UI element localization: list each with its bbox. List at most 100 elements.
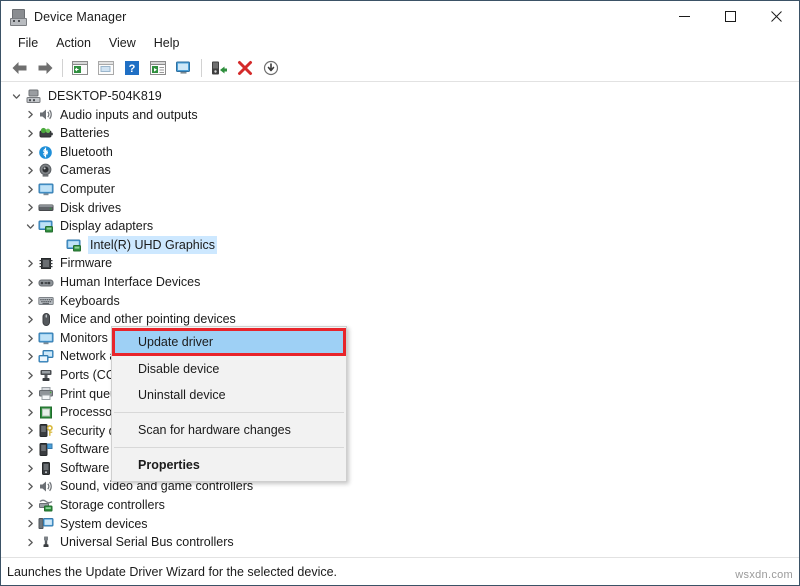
chevron-right-icon[interactable] — [23, 464, 38, 473]
tree-item-intel-uhd-graphics[interactable]: Intel(R) UHD Graphics — [1, 235, 799, 255]
processor-icon — [38, 405, 55, 420]
chevron-right-icon[interactable] — [23, 315, 38, 324]
system-device-icon — [38, 516, 55, 531]
status-bar: Launches the Update Driver Wizard for th… — [1, 557, 799, 585]
watermark: wsxdn.com — [735, 569, 793, 581]
tree-item-human-interface-devices[interactable]: Human Interface Devices — [1, 273, 799, 292]
chevron-right-icon[interactable] — [23, 501, 38, 510]
tree-item-display-adapters[interactable]: Display adapters — [1, 217, 799, 236]
menu-help[interactable]: Help — [145, 34, 189, 52]
tree-item-label: Human Interface Devices — [60, 274, 201, 289]
enable-device-icon[interactable] — [258, 56, 284, 80]
context-menu-item-update-driver[interactable]: Update driver — [112, 328, 346, 356]
software-component-icon — [38, 442, 55, 457]
back-arrow-icon[interactable] — [6, 56, 32, 80]
chevron-right-icon[interactable] — [23, 426, 38, 435]
tree-item-storage-controllers[interactable]: Storage controllers — [1, 496, 799, 515]
update-driver-icon[interactable] — [206, 56, 232, 80]
chevron-right-icon[interactable] — [23, 334, 38, 343]
status-bar-text: Launches the Update Driver Wizard for th… — [7, 564, 338, 579]
forward-arrow-icon[interactable] — [32, 56, 58, 80]
device-manager-window: Device Manager File Action View Help ? D… — [0, 0, 800, 586]
properties-icon[interactable] — [93, 56, 119, 80]
usb-icon — [38, 535, 55, 547]
chevron-right-icon[interactable] — [23, 185, 38, 194]
security-device-icon — [38, 423, 55, 438]
tree-item-system-devices[interactable]: System devices — [1, 515, 799, 534]
tree-item-label: Display adapters — [60, 219, 154, 234]
chevron-right-icon[interactable] — [23, 110, 38, 119]
tree-item-keyboards[interactable]: Keyboards — [1, 292, 799, 311]
tree-item-batteries[interactable]: Batteries — [1, 124, 799, 143]
tree-item-disk-drives[interactable]: Disk drives — [1, 199, 799, 218]
chevron-right-icon[interactable] — [23, 259, 38, 268]
tree-item-computer[interactable]: Computer — [1, 180, 799, 199]
chevron-right-icon[interactable] — [23, 519, 38, 528]
title-bar: Device Manager — [1, 1, 799, 32]
tree-item-label: Bluetooth — [60, 144, 113, 159]
help-icon[interactable]: ? — [119, 56, 145, 80]
chevron-right-icon[interactable] — [23, 538, 38, 547]
context-menu-separator — [114, 412, 344, 413]
tree-item-label: Disk drives — [60, 200, 122, 215]
tree-item-bluetooth[interactable]: Bluetooth — [1, 143, 799, 162]
network-adapter-icon — [38, 349, 55, 364]
firmware-icon — [38, 256, 55, 271]
window-title: Device Manager — [34, 9, 127, 24]
tree-item-label: Storage controllers — [60, 498, 165, 513]
toolbar-separator — [62, 58, 63, 77]
chevron-right-icon[interactable] — [23, 445, 38, 454]
menu-file[interactable]: File — [9, 34, 47, 52]
chevron-down-icon[interactable] — [9, 92, 24, 101]
menu-view[interactable]: View — [100, 34, 145, 52]
menu-action[interactable]: Action — [47, 34, 100, 52]
maximize-icon[interactable] — [707, 1, 753, 32]
show-hidden-devices-icon[interactable] — [67, 56, 93, 80]
tree-item-audio-inputs-and-outputs[interactable]: Audio inputs and outputs — [1, 106, 799, 125]
tree-root-label: DESKTOP-504K819 — [48, 89, 162, 103]
window-controls — [661, 1, 799, 32]
chevron-right-icon[interactable] — [23, 278, 38, 287]
tree-item-firmware[interactable]: Firmware — [1, 254, 799, 273]
monitor-icon — [38, 331, 55, 346]
toolbar-separator-2 — [201, 58, 202, 77]
close-icon[interactable] — [753, 1, 799, 32]
battery-icon — [38, 126, 55, 141]
device-list-icon[interactable] — [145, 56, 171, 80]
chevron-right-icon[interactable] — [23, 166, 38, 175]
hid-icon — [38, 275, 55, 290]
port-icon — [38, 368, 55, 383]
tree-item-label: Firmware — [60, 256, 113, 271]
bluetooth-icon — [38, 145, 55, 160]
tree-item-universal-serial-bus-controllers[interactable]: Universal Serial Bus controllers — [1, 533, 799, 547]
printer-icon — [38, 386, 55, 401]
context-menu-item-scan-for-hardware-changes[interactable]: Scan for hardware changes — [112, 417, 346, 443]
mouse-icon — [38, 312, 55, 327]
speaker-icon — [38, 479, 55, 494]
chevron-right-icon[interactable] — [23, 408, 38, 417]
context-menu-item-disable-device[interactable]: Disable device — [112, 356, 346, 382]
chevron-right-icon[interactable] — [23, 371, 38, 380]
chevron-right-icon[interactable] — [23, 296, 38, 305]
tree-item-label: Monitors — [60, 330, 108, 345]
chevron-right-icon[interactable] — [23, 389, 38, 398]
display-adapter-icon — [66, 238, 83, 253]
context-menu-item-uninstall-device[interactable]: Uninstall device — [112, 382, 346, 408]
speaker-icon — [38, 107, 55, 122]
context-menu-item-properties[interactable]: Properties — [112, 452, 346, 478]
chevron-right-icon[interactable] — [23, 148, 38, 157]
tree-item-cameras[interactable]: Cameras — [1, 161, 799, 180]
monitor-icon — [38, 182, 55, 197]
chevron-right-icon[interactable] — [23, 482, 38, 491]
device-manager-icon — [10, 8, 27, 26]
uninstall-device-icon[interactable] — [232, 56, 258, 80]
chevron-right-icon[interactable] — [23, 352, 38, 361]
tree-root-row[interactable]: DESKTOP-504K819 — [1, 87, 799, 106]
chevron-right-icon[interactable] — [23, 203, 38, 212]
chevron-down-icon[interactable] — [23, 222, 38, 231]
minimize-icon[interactable] — [661, 1, 707, 32]
disk-drive-icon — [38, 200, 55, 215]
scan-hardware-icon[interactable] — [171, 56, 197, 80]
chevron-right-icon[interactable] — [23, 129, 38, 138]
toolbar: ? — [1, 54, 799, 82]
